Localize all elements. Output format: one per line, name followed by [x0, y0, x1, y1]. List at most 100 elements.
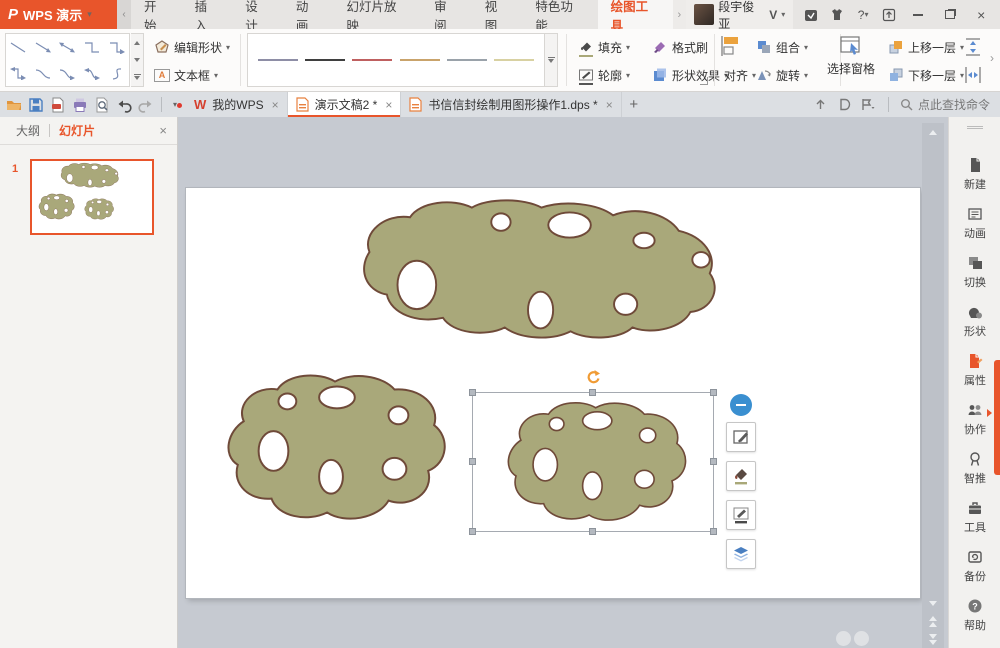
close-tab-icon[interactable]: ×	[272, 98, 279, 112]
tab-view[interactable]: 视图	[472, 0, 523, 29]
distribute-vertical-icon[interactable]	[962, 35, 984, 59]
open-file-icon[interactable]	[4, 95, 23, 114]
fullscreen-icon[interactable]	[881, 7, 897, 23]
shape-curve-arrow-icon[interactable]	[55, 60, 80, 86]
resize-handle-e[interactable]	[710, 458, 717, 465]
line-style-4[interactable]	[400, 59, 440, 61]
distribute-horizontal-icon[interactable]	[962, 63, 984, 87]
sidebar-item-shape[interactable]: 形状	[949, 300, 1000, 344]
close-panel-icon[interactable]: ×	[159, 123, 167, 138]
redo-icon[interactable]	[136, 95, 155, 114]
collapse-toolbar-button[interactable]	[730, 394, 752, 416]
resize-handle-nw[interactable]	[469, 389, 476, 396]
sidebar-item-collaboration[interactable]: 协作	[949, 398, 1000, 442]
edit-shape-button[interactable]: 编辑形状 ▾	[150, 35, 234, 59]
flag-icon[interactable]	[861, 97, 877, 113]
customize-qat-icon[interactable]: ▾	[168, 100, 182, 109]
minimize-button[interactable]	[907, 7, 929, 23]
quick-fill-button[interactable]	[726, 461, 756, 491]
selection-pane-button[interactable]: 选择窗格	[824, 35, 878, 77]
print-icon[interactable]	[70, 95, 89, 114]
shape-line-icon[interactable]	[6, 34, 31, 60]
sidebar-item-backup[interactable]: 备份	[949, 545, 1000, 589]
rotate-handle[interactable]	[585, 369, 601, 385]
slide-thumbnail[interactable]	[30, 159, 154, 235]
resize-handle-s[interactable]	[589, 528, 596, 535]
outline-tab[interactable]: 大纲	[16, 122, 40, 139]
fill-button[interactable]: 填充 ▾	[574, 35, 634, 59]
close-tab-icon[interactable]: ×	[385, 98, 392, 112]
close-tab-icon[interactable]: ×	[606, 98, 613, 112]
message-icon[interactable]	[803, 7, 819, 23]
sidebar-item-smart-recommend[interactable]: 智推	[949, 447, 1000, 491]
tab-design[interactable]: 设计	[232, 0, 283, 29]
command-search[interactable]: 点此查找命令	[900, 96, 990, 113]
bring-forward-button[interactable]: 上移一层 ▾	[884, 35, 968, 59]
line-style-2[interactable]	[305, 59, 345, 61]
rotate-button[interactable]: 旋转 ▾	[752, 63, 812, 87]
resize-handle-ne[interactable]	[710, 389, 717, 396]
gallery-more-icon[interactable]	[131, 69, 143, 86]
align-icon-button[interactable]	[720, 34, 744, 58]
sidebar-item-new[interactable]: 新建	[949, 153, 1000, 197]
sidebar-item-transition[interactable]: 切换	[949, 251, 1000, 295]
next-slide-button[interactable]	[922, 630, 944, 648]
sidebar-item-tools[interactable]: 工具	[949, 496, 1000, 540]
restore-button[interactable]	[939, 7, 961, 23]
print-preview-icon[interactable]	[92, 95, 111, 114]
tab-slideshow[interactable]: 幻灯片放映	[334, 0, 422, 29]
cloud-shape-top[interactable]	[364, 200, 715, 337]
share-icon[interactable]	[813, 97, 829, 113]
shape-format-dialog-launcher[interactable]	[700, 77, 708, 85]
undo-icon[interactable]	[114, 95, 133, 114]
line-style-6[interactable]	[494, 59, 534, 61]
shape-double-arrow-icon[interactable]	[55, 34, 80, 60]
tab-drawing-tools[interactable]: 绘图工具	[598, 0, 673, 29]
ribbon-expand-icon[interactable]: ›	[990, 51, 994, 65]
tab-letter-envelope-doc[interactable]: 书信信封绘制用图形操作1.dps * ×	[401, 92, 621, 117]
resize-handle-sw[interactable]	[469, 528, 476, 535]
cloud-shape-bottom-left[interactable]	[228, 376, 444, 519]
slides-tab[interactable]: 幻灯片	[59, 122, 95, 139]
shape-elbow-icon[interactable]	[80, 34, 105, 60]
shape-arrow-icon[interactable]	[31, 34, 56, 60]
sidebar-item-properties[interactable]: 属性	[949, 349, 1000, 393]
previous-slide-button[interactable]	[922, 612, 944, 630]
tab-presentation2[interactable]: 演示文稿2 * ×	[288, 92, 402, 117]
quick-layers-button[interactable]	[726, 539, 756, 569]
outline-button[interactable]: 轮廓 ▾	[574, 63, 634, 87]
skin-icon[interactable]	[829, 7, 845, 23]
resize-handle-n[interactable]	[589, 389, 596, 396]
line-style-5[interactable]	[447, 59, 487, 61]
slide[interactable]	[186, 188, 920, 598]
menu-collapse-button[interactable]: ‹	[117, 0, 131, 29]
quick-edit-shape-button[interactable]	[726, 422, 756, 452]
gallery-down-icon[interactable]	[131, 51, 143, 68]
line-style-1[interactable]	[258, 59, 298, 61]
user-account[interactable]: 段宇俊亚 V ▾	[686, 0, 794, 29]
shape-curve-double-arrow-icon[interactable]	[80, 60, 105, 86]
scroll-down-icon[interactable]	[922, 594, 944, 612]
group-button[interactable]: 组合 ▾	[752, 35, 812, 59]
drawing-tools-more-icon[interactable]: ›	[673, 0, 686, 29]
gallery-up-icon[interactable]	[131, 34, 143, 51]
format-painter-button[interactable]: 格式刷	[648, 35, 712, 59]
shape-elbow-double-arrow-icon[interactable]	[6, 60, 31, 86]
docer-icon[interactable]	[837, 97, 853, 113]
tab-special-features[interactable]: 特色功能	[522, 0, 597, 29]
tab-review[interactable]: 审阅	[421, 0, 472, 29]
line-style-3[interactable]	[352, 59, 392, 61]
sidebar-drag-handle[interactable]	[967, 126, 983, 129]
save-icon[interactable]	[26, 95, 45, 114]
vertical-scrollbar[interactable]	[922, 123, 944, 648]
tab-animation[interactable]: 动画	[283, 0, 334, 29]
tab-home[interactable]: 开始	[131, 0, 182, 29]
shape-elbow-arrow-icon[interactable]	[104, 34, 129, 60]
shape-freeform-icon[interactable]	[104, 60, 129, 86]
textbox-button[interactable]: A 文本框 ▾	[150, 63, 222, 87]
tab-insert[interactable]: 插入	[182, 0, 233, 29]
expand-panel-arrow-icon[interactable]	[987, 409, 992, 417]
app-logo[interactable]: P WPS 演示 ▾	[0, 0, 117, 29]
new-tab-button[interactable]: +	[622, 92, 646, 117]
export-pdf-icon[interactable]	[48, 95, 67, 114]
